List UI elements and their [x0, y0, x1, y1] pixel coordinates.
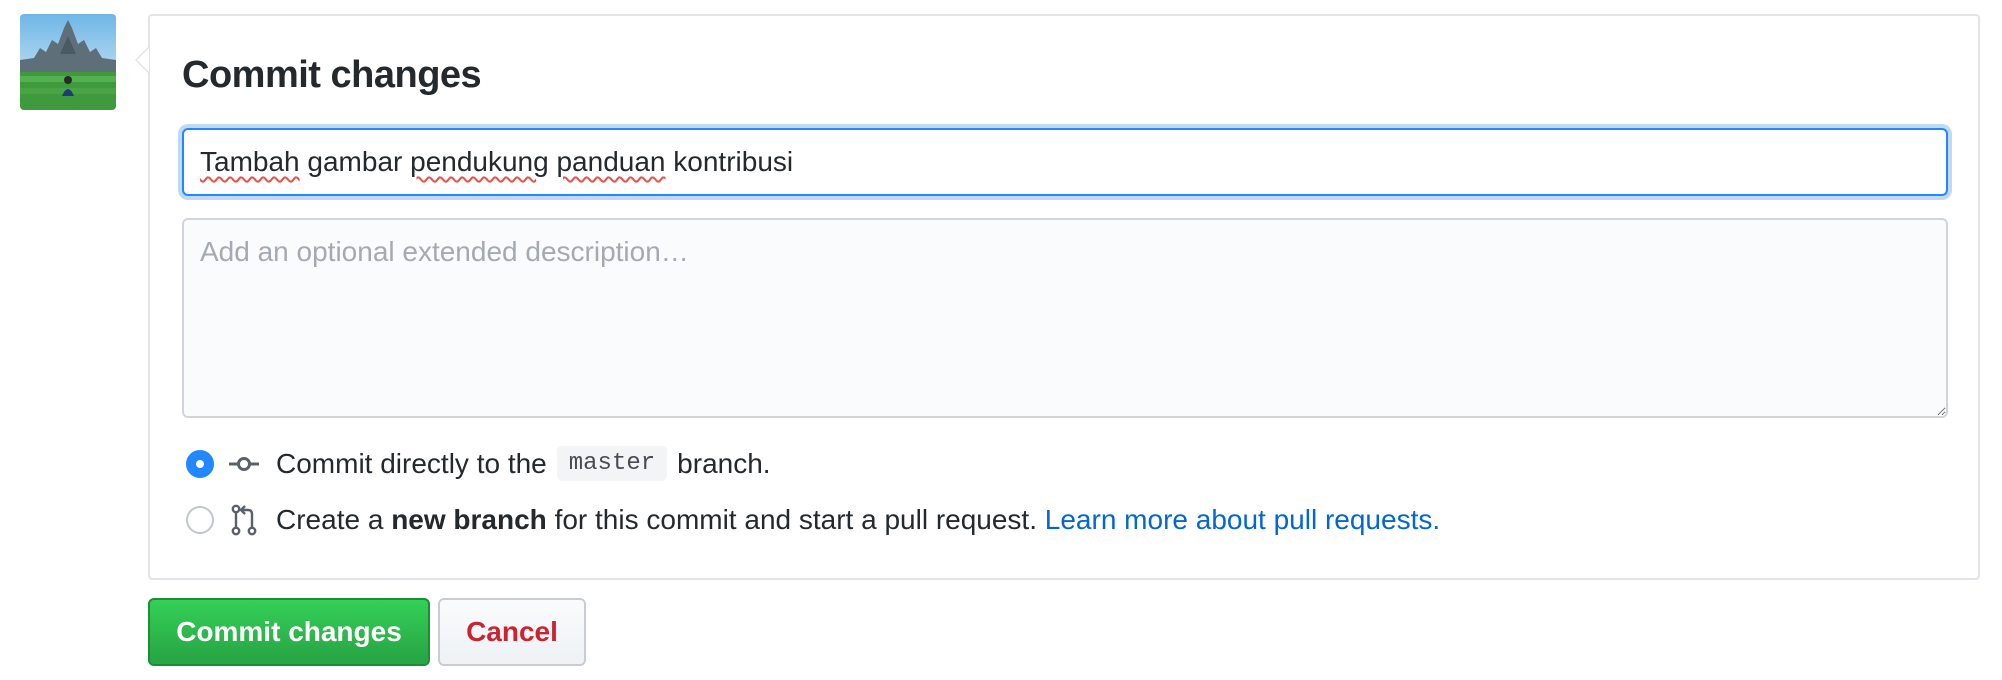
summary-word: panduan: [556, 146, 666, 177]
new-branch-text-after: for this commit and start a pull request…: [554, 504, 1037, 535]
commit-direct-text-after: branch.: [677, 447, 771, 479]
commit-form-title: Commit changes: [182, 54, 482, 96]
commit-summary-input[interactable]: Tambah gambar pendukung panduan kontribu…: [182, 128, 1948, 196]
summary-word: kontribusi: [673, 146, 794, 177]
speech-caret: [135, 46, 149, 74]
commit-direct-option[interactable]: Commit directly to the master branch.: [186, 446, 771, 481]
commit-form: Commit changes Tambah gambar pendukung p…: [135, 14, 1980, 580]
git-pull-request-icon: [228, 504, 260, 536]
new-branch-bold: new branch: [391, 504, 547, 535]
commit-changes-button[interactable]: Commit changes: [148, 598, 430, 666]
git-commit-icon: [228, 448, 260, 480]
commit-direct-text-before: Commit directly to the: [276, 447, 547, 479]
cancel-button[interactable]: Cancel: [438, 598, 586, 666]
commit-description-textarea[interactable]: [182, 218, 1948, 418]
commit-direct-radio[interactable]: [186, 449, 214, 478]
summary-word: gambar: [307, 146, 403, 177]
pull-request-help-link[interactable]: Learn more about pull requests.: [1045, 504, 1440, 536]
new-branch-radio[interactable]: [186, 506, 214, 534]
avatar-image: [20, 14, 116, 110]
summary-word: pendukung: [410, 146, 549, 177]
avatar[interactable]: [20, 14, 116, 110]
new-branch-text-before: Create a: [276, 504, 384, 535]
summary-word: Tambah: [200, 146, 300, 177]
new-branch-option[interactable]: Create a new branch for this commit and …: [186, 504, 1440, 536]
branch-name-code: master: [556, 446, 668, 481]
